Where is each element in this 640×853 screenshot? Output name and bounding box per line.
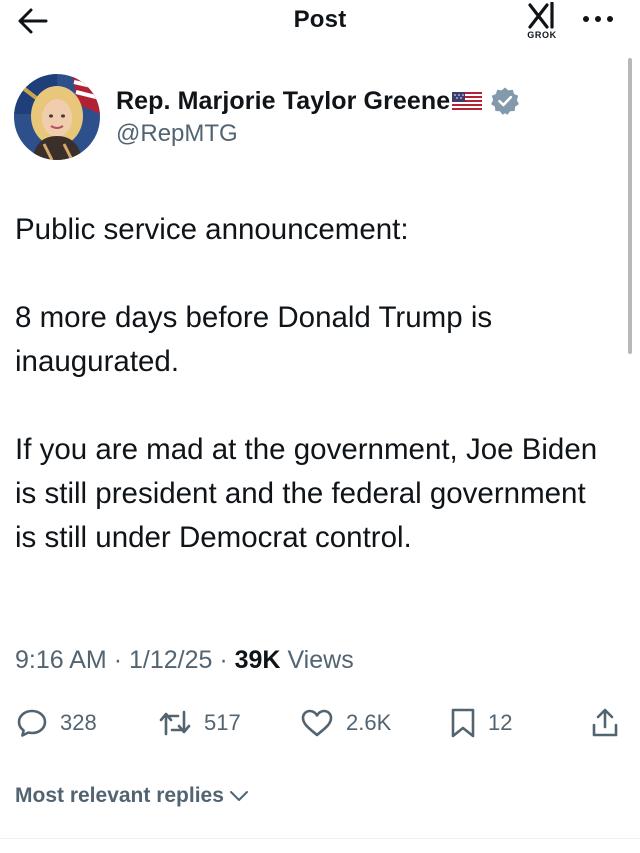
tweet-paragraph: 8 more days before Donald Trump is inaug… bbox=[15, 301, 493, 378]
action-bar: 328 517 2.6K 12 bbox=[0, 700, 640, 748]
views-label: Views bbox=[287, 646, 354, 674]
bookmark-icon bbox=[451, 708, 475, 738]
tweet-time[interactable]: 9:16 AM bbox=[15, 646, 107, 674]
divider bbox=[0, 838, 640, 839]
tweet-date[interactable]: 1/12/25 bbox=[129, 646, 212, 674]
author-handle[interactable]: @RepMTG bbox=[116, 120, 238, 148]
replies-sort-dropdown[interactable]: Most relevant replies bbox=[15, 784, 250, 808]
reply-icon bbox=[17, 709, 47, 737]
us-flag-icon bbox=[452, 92, 483, 110]
tweet-text: Public service announcement: 8 more days… bbox=[15, 208, 615, 560]
views-count[interactable]: 39K bbox=[235, 646, 281, 674]
avatar[interactable] bbox=[14, 74, 100, 160]
meta-separator: · bbox=[113, 646, 123, 674]
reply-button[interactable]: 328 bbox=[16, 700, 97, 746]
tweet-meta: 9:16 AM · 1/12/25 · 39K Views bbox=[15, 646, 354, 675]
replies-sort-label: Most relevant replies bbox=[15, 784, 224, 807]
bookmark-button[interactable]: 12 bbox=[450, 700, 512, 746]
repost-icon bbox=[159, 710, 191, 736]
grok-label: GROK bbox=[527, 30, 557, 40]
top-bar: Post GROK bbox=[0, 0, 640, 44]
author-name[interactable]: Rep. Marjorie Taylor Greene bbox=[116, 87, 450, 116]
tweet-paragraph: If you are mad at the government, Joe Bi… bbox=[15, 433, 598, 554]
tweet-paragraph: Public service announcement: bbox=[15, 213, 409, 246]
grok-button[interactable]: GROK bbox=[520, 2, 564, 42]
author-name-row: Rep. Marjorie Taylor Greene bbox=[116, 84, 520, 118]
share-button[interactable] bbox=[590, 700, 620, 746]
scrollbar[interactable] bbox=[628, 58, 632, 354]
like-count: 2.6K bbox=[346, 710, 392, 735]
grok-icon bbox=[528, 2, 554, 29]
verified-badge-icon[interactable] bbox=[490, 86, 520, 116]
bookmark-count: 12 bbox=[488, 710, 513, 735]
share-icon bbox=[592, 708, 618, 737]
like-button[interactable]: 2.6K bbox=[300, 700, 391, 746]
heart-icon bbox=[301, 709, 333, 737]
more-options-icon[interactable] bbox=[578, 4, 618, 34]
chevron-down-icon bbox=[229, 791, 248, 801]
reply-count: 328 bbox=[60, 710, 97, 735]
repost-count: 517 bbox=[204, 710, 241, 735]
meta-separator: · bbox=[219, 646, 228, 674]
repost-button[interactable]: 517 bbox=[158, 700, 241, 746]
